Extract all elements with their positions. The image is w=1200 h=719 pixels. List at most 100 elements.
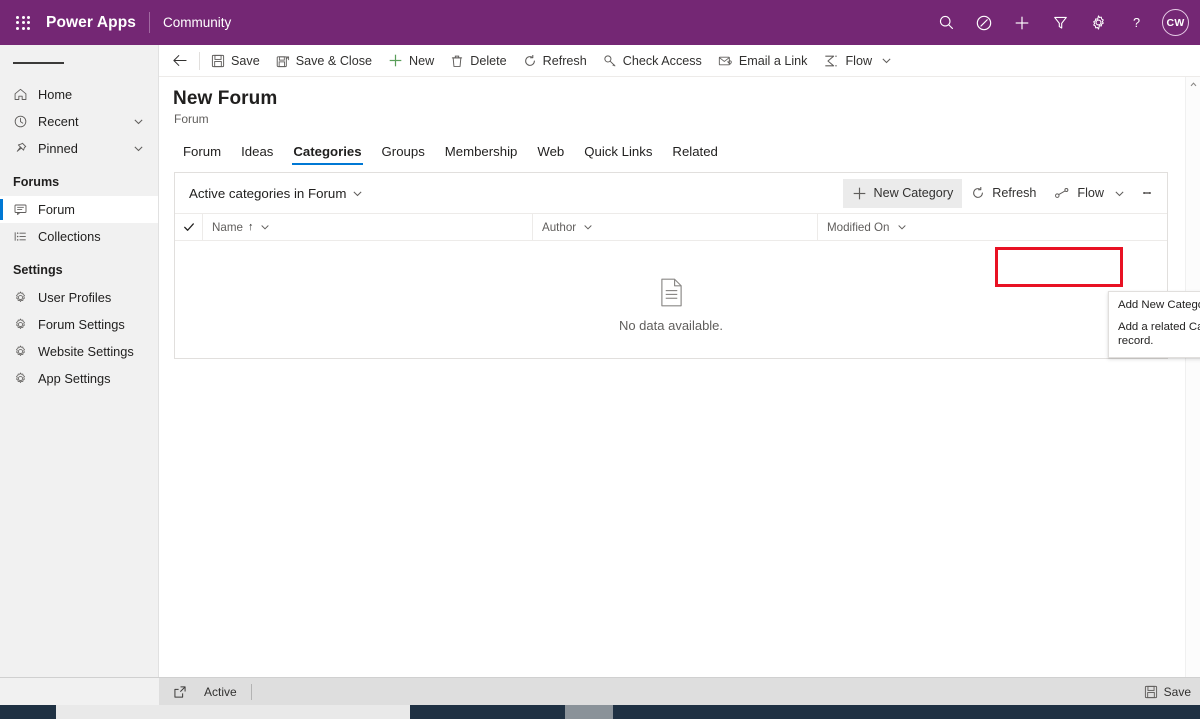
subgrid-commands: New Category Refresh Flow [842,178,1168,208]
sidebar-item-user-profiles[interactable]: User Profiles [0,284,158,311]
app-header: Power Apps Community ? CW [0,0,1200,45]
taskbar-window-2 [565,705,613,719]
view-selector[interactable]: Active categories in Forum [189,186,363,201]
help-icon[interactable]: ? [1117,0,1155,45]
column-header-label: Author [542,220,577,234]
statusbar-save-label: Save [1163,684,1191,699]
tab-membership[interactable]: Membership [435,144,528,165]
select-all-checkbox[interactable] [175,221,202,233]
sidebar-item-label: User Profiles [38,290,112,305]
chevron-down-icon[interactable] [133,143,158,154]
column-header-label: Modified On [827,220,890,234]
subgrid-flow-button[interactable]: Flow [1045,179,1134,208]
chevron-down-icon[interactable] [897,222,907,232]
delete-button[interactable]: Delete [442,46,514,76]
refresh-button[interactable]: Refresh [515,46,595,76]
assistant-icon[interactable] [965,0,1003,45]
chevron-down-icon[interactable] [878,55,892,66]
forum-icon [13,202,38,217]
sidebar-item-collections[interactable]: Collections [0,223,158,250]
empty-state: No data available. [175,241,1167,370]
tab-groups[interactable]: Groups [372,144,435,165]
sidebar-group-settings: Settings [13,263,63,277]
flow-node-icon [1054,186,1070,200]
vertical-scrollbar[interactable] [1185,77,1200,691]
back-arrow-icon[interactable] [165,46,196,76]
tab-related[interactable]: Related [662,144,727,165]
save-close-icon [276,54,290,68]
status-text: Active [204,684,237,699]
waffle-icon[interactable] [0,15,46,30]
page-subtitle: Forum [174,112,209,126]
chevron-down-icon[interactable] [260,222,270,232]
trash-icon [450,54,464,68]
tab-web[interactable]: Web [527,144,574,165]
chevron-down-icon[interactable] [1111,188,1125,199]
sidebar-item-recent[interactable]: Recent [0,108,158,135]
more-commands-icon[interactable] [1134,179,1160,208]
check-access-button[interactable]: Check Access [595,46,710,76]
pin-icon [13,141,38,156]
filter-icon[interactable] [1041,0,1079,45]
search-icon[interactable] [927,0,965,45]
save-icon [1144,685,1158,699]
sidebar: Home Recent Pinned Forums Forum Collecti… [0,45,159,691]
new-category-button[interactable]: New Category [842,178,963,208]
tab-forum[interactable]: Forum [173,144,231,165]
save-and-close-label: Save & Close [295,53,373,68]
header-actions: ? CW [927,0,1200,45]
taskbar-window-1 [56,705,410,719]
flow-button[interactable]: Flow [815,46,900,76]
popout-icon[interactable] [168,685,192,699]
new-button[interactable]: New [380,46,442,76]
sidebar-item-pinned[interactable]: Pinned [0,135,158,162]
new-button-label: New [409,53,435,68]
save-and-close-button[interactable]: Save & Close [268,46,380,76]
sidebar-item-label: App Settings [38,371,111,386]
status-bar: Active Save [159,677,1200,705]
email-a-link-label: Email a Link [738,53,808,68]
avatar[interactable]: CW [1162,9,1189,36]
form-tabs: Forum Ideas Categories Groups Membership… [159,136,1200,165]
new-icon[interactable] [1003,0,1041,45]
sidebar-item-app-settings[interactable]: App Settings [0,365,158,392]
tab-quick-links[interactable]: Quick Links [574,144,662,165]
app-name-label[interactable]: Community [150,15,231,30]
new-category-tooltip: Add New Category Add a related Category … [1108,291,1200,358]
sidebar-item-label: Collections [38,229,101,244]
sidebar-item-website-settings[interactable]: Website Settings [0,338,158,365]
save-button[interactable]: Save [203,46,268,76]
sidebar-item-forum-settings[interactable]: Forum Settings [0,311,158,338]
sidebar-item-label: Home [38,87,73,102]
brand-title[interactable]: Power Apps [46,14,149,32]
clock-icon [13,114,38,129]
scroll-up-arrow-icon[interactable] [1186,77,1200,92]
gear-icon [13,290,38,305]
statusbar-save-button[interactable]: Save [1144,685,1191,699]
column-header-label: Name [212,220,243,234]
subgrid-toolbar: Active categories in Forum New Category [175,173,1167,213]
chevron-down-icon[interactable] [583,222,593,232]
sidebar-item-label: Forum Settings [38,317,125,332]
refresh-icon [523,54,537,68]
chevron-down-icon[interactable] [133,116,158,127]
tab-ideas[interactable]: Ideas [231,144,283,165]
sitemap-toggle-icon[interactable] [0,45,158,81]
sidebar-item-label: Website Settings [38,344,134,359]
sidebar-item-forum[interactable]: Forum [0,196,158,223]
chevron-down-icon [352,188,363,199]
check-access-label: Check Access [622,53,702,68]
settings-gear-icon[interactable] [1079,0,1117,45]
empty-state-message: No data available. [618,318,724,333]
column-header-modified-on[interactable]: Modified On [817,213,1047,241]
subgrid-refresh-button[interactable]: Refresh [962,179,1045,208]
tab-categories[interactable]: Categories [283,144,371,165]
column-header-author[interactable]: Author [532,213,817,241]
sidebar-item-home[interactable]: Home [0,81,158,108]
new-category-label: New Category [873,186,954,200]
flow-icon [823,54,839,68]
sidebar-item-label: Forum [38,202,75,217]
email-a-link-button[interactable]: Email a Link [710,46,816,76]
gear-icon [13,371,38,386]
column-header-name[interactable]: Name ↑ [202,213,532,241]
